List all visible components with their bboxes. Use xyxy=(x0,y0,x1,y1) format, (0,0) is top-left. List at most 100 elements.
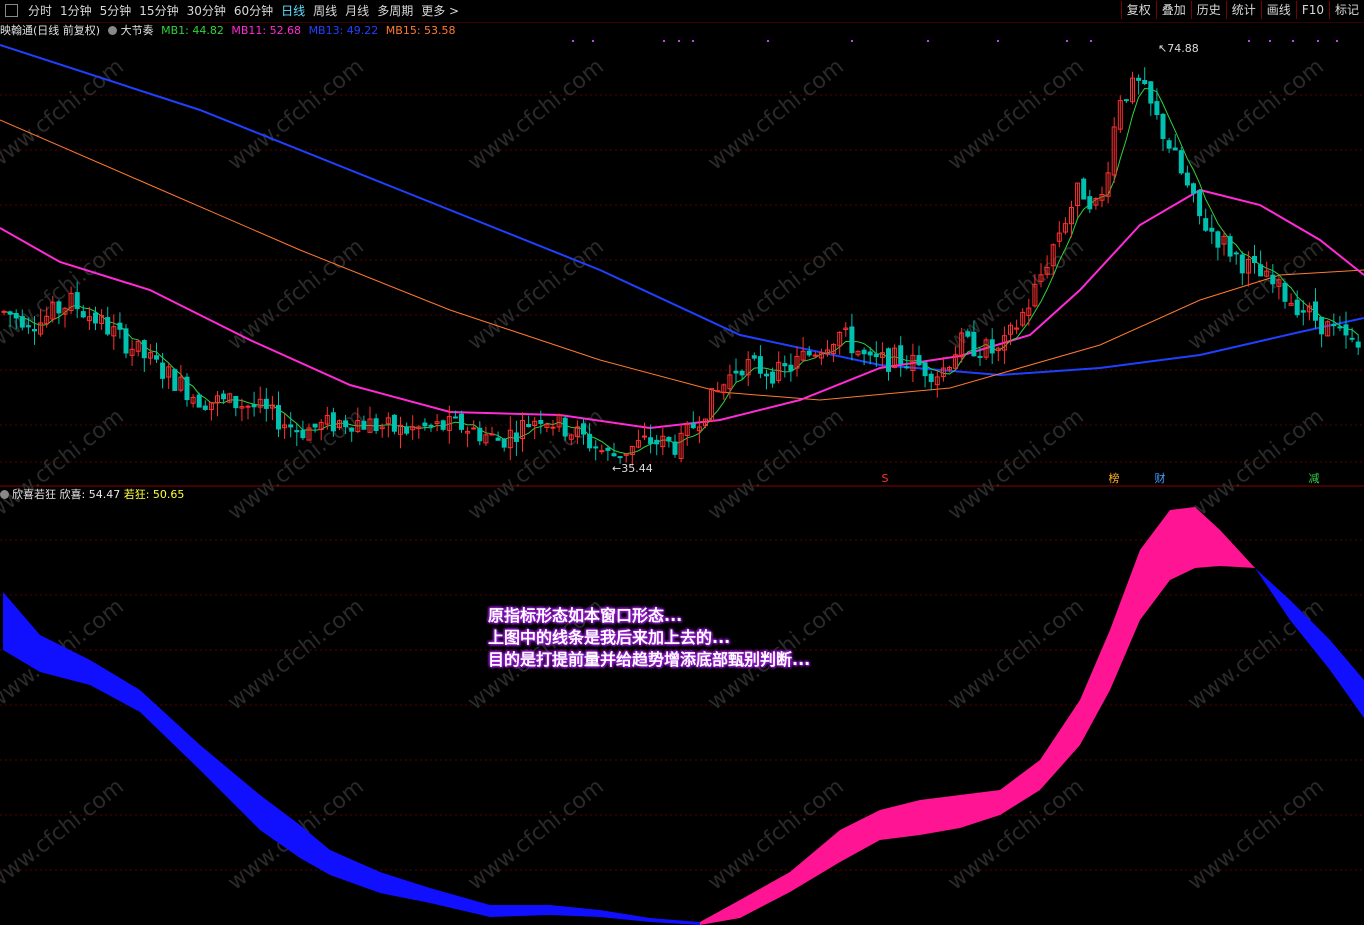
candle-body xyxy=(202,405,208,410)
watermark-text: www.cfchi.com xyxy=(943,594,1088,715)
candle-body xyxy=(1136,77,1142,81)
candle-body xyxy=(605,447,611,451)
candle-body xyxy=(672,441,678,455)
indicator-name[interactable]: 大节奏 xyxy=(121,24,154,37)
candle-body xyxy=(404,426,410,434)
candle-body xyxy=(1209,227,1215,232)
candle-body xyxy=(690,422,696,429)
candle-body xyxy=(770,371,776,384)
candle-body xyxy=(221,393,227,400)
candle-body xyxy=(562,417,568,437)
candle-body xyxy=(233,395,239,409)
event-marker: S xyxy=(882,472,889,485)
signal-dot xyxy=(1269,40,1271,42)
watermark-text: www.cfchi.com xyxy=(463,234,608,355)
candle-body xyxy=(867,351,873,356)
candle-body xyxy=(123,328,129,354)
watermark-text: www.cfchi.com xyxy=(0,404,129,525)
candle-body xyxy=(849,326,855,354)
candle-body xyxy=(757,356,763,374)
candlesticks xyxy=(1,67,1361,466)
candle-body xyxy=(1227,236,1233,257)
candle-body xyxy=(886,348,891,372)
candle-body xyxy=(160,362,166,379)
candle-body xyxy=(1239,254,1245,274)
watermark-text: www.cfchi.com xyxy=(0,54,129,175)
watermark-text: www.cfchi.com xyxy=(1183,404,1328,525)
candle-body xyxy=(904,366,910,369)
candle-body xyxy=(715,390,721,393)
ma-label-mb1: MB1: 44.82 xyxy=(161,24,224,37)
signal-dot xyxy=(1336,40,1338,42)
chart-canvas[interactable]: www.cfchi.com www.cfchi.com www.cfchi.com w… xyxy=(0,0,1364,925)
high-price-label: ↖74.88 xyxy=(1158,42,1199,55)
candle-body xyxy=(477,427,483,442)
watermark-text: www.cfchi.com xyxy=(703,774,848,895)
candle-body xyxy=(654,439,660,445)
candle-body xyxy=(391,414,397,432)
candle-body xyxy=(1123,99,1129,102)
settings-circle-icon[interactable] xyxy=(0,490,9,499)
settings-circle-icon[interactable] xyxy=(107,26,117,35)
annotation-text: 原指标形态如本窗口形态... 上图中的线条是我后来加上去的... 目的是打提前量… xyxy=(488,605,810,671)
candle-body xyxy=(1160,113,1166,139)
candle-body xyxy=(617,456,623,459)
candle-body xyxy=(343,420,349,428)
candle-body xyxy=(1178,150,1184,174)
candle-body xyxy=(1252,255,1257,264)
candle-body xyxy=(1172,147,1178,151)
signal-dot xyxy=(997,40,999,42)
candle-body xyxy=(916,355,922,366)
signal-dot xyxy=(678,40,680,42)
candle-body xyxy=(93,312,98,324)
watermark-text: www.cfchi.com xyxy=(463,774,608,895)
candle-body xyxy=(989,339,995,354)
candle-body xyxy=(1,310,7,313)
sub-indicator-name[interactable]: 欣喜若狂 xyxy=(12,488,56,501)
signal-dot xyxy=(592,40,594,42)
sub-indicator-band xyxy=(3,507,1364,925)
candle-body xyxy=(782,363,788,367)
candle-body xyxy=(74,292,80,310)
candle-body xyxy=(422,422,428,427)
candle-body xyxy=(452,416,458,419)
candle-body xyxy=(501,438,507,448)
signal-dot xyxy=(692,40,694,42)
candle-body xyxy=(1215,231,1221,248)
candle-body xyxy=(80,311,86,318)
candle-body xyxy=(300,429,306,439)
ma-label-mb15: MB15: 53.58 xyxy=(385,24,456,37)
candle-body xyxy=(739,370,745,376)
candle-body xyxy=(349,427,355,432)
price-markers: ↖74.88 ←35.44 S 榜 财 减 xyxy=(572,40,1338,485)
sub-label-ruokuang: 若狂: 50.65 xyxy=(123,488,185,501)
candle-body xyxy=(1270,274,1276,285)
candle-body xyxy=(1197,190,1203,217)
candle-body xyxy=(1233,252,1239,255)
watermark-text: www.cfchi.com xyxy=(1183,774,1328,895)
candle-body xyxy=(977,355,983,358)
candle-body xyxy=(1349,337,1355,340)
watermark-text: www.cfchi.com xyxy=(943,404,1088,525)
candle-body xyxy=(276,405,281,430)
watermark-text: www.cfchi.com xyxy=(223,594,368,715)
candle-body xyxy=(361,420,367,430)
candle-body xyxy=(751,355,757,359)
low-price-label: ←35.44 xyxy=(612,462,653,475)
candle-body xyxy=(1294,299,1300,316)
candle-body xyxy=(788,364,794,372)
signal-dot xyxy=(1248,40,1250,42)
event-marker: 减 xyxy=(1309,472,1320,485)
candle-body xyxy=(611,453,617,457)
candle-body xyxy=(288,424,294,428)
candle-body xyxy=(648,437,654,444)
watermark-text: www.cfchi.com xyxy=(943,234,1088,355)
candle-body xyxy=(1258,264,1264,277)
candle-body xyxy=(428,424,434,427)
annotation-line-1: 原指标形态如本窗口形态... xyxy=(488,606,683,625)
candle-body xyxy=(141,340,147,359)
candle-body xyxy=(642,435,647,438)
signal-dot xyxy=(927,40,929,42)
candle-body xyxy=(263,398,269,409)
candle-body xyxy=(806,351,812,356)
